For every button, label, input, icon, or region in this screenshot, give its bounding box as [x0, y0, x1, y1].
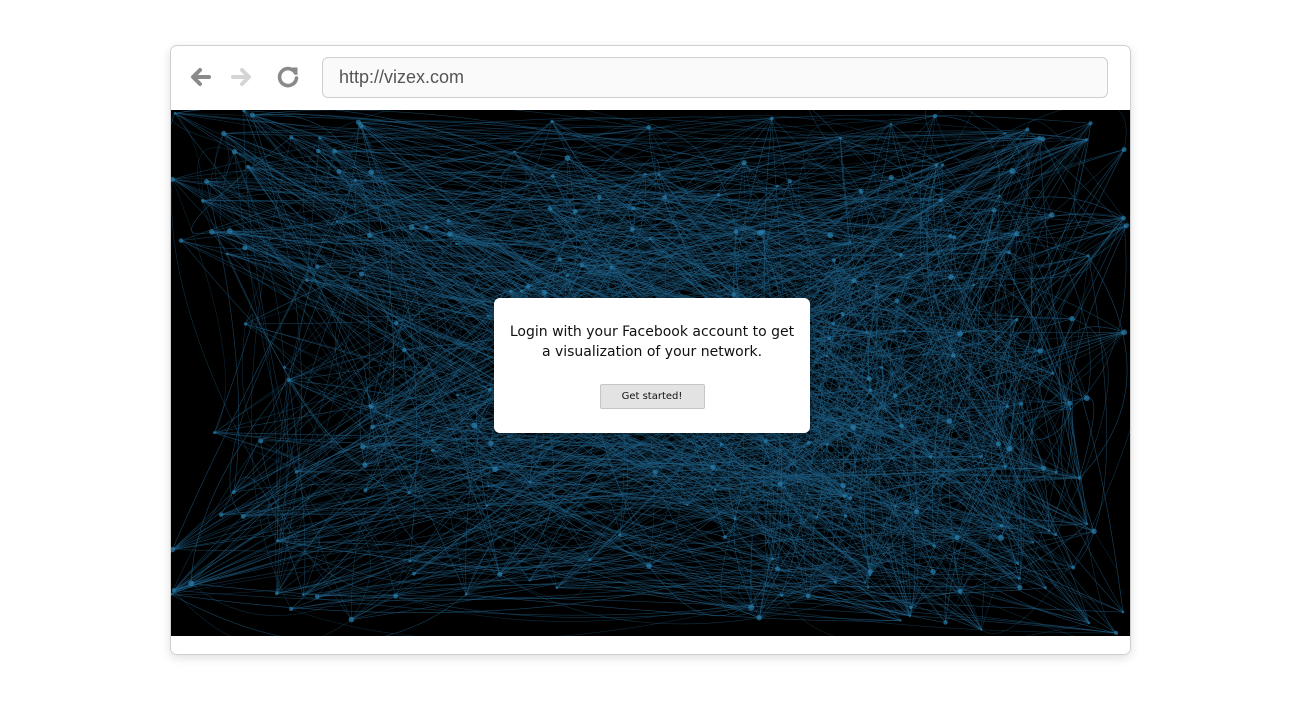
reload-icon — [277, 66, 299, 88]
address-bar[interactable] — [322, 57, 1108, 98]
reload-button[interactable] — [275, 64, 301, 90]
get-started-button[interactable]: Get started! — [599, 384, 705, 409]
page-viewport: Login with your Facebook account to get … — [171, 110, 1130, 636]
browser-bottom-bar — [171, 636, 1130, 654]
back-arrow-icon — [191, 68, 211, 86]
login-message: Login with your Facebook account to get … — [509, 324, 795, 360]
browser-toolbar — [171, 46, 1130, 110]
login-dialog: Login with your Facebook account to get … — [494, 298, 810, 433]
browser-window: Login with your Facebook account to get … — [170, 45, 1131, 655]
forward-arrow-icon — [231, 68, 251, 86]
forward-button[interactable] — [229, 64, 255, 90]
back-button[interactable] — [187, 64, 213, 90]
